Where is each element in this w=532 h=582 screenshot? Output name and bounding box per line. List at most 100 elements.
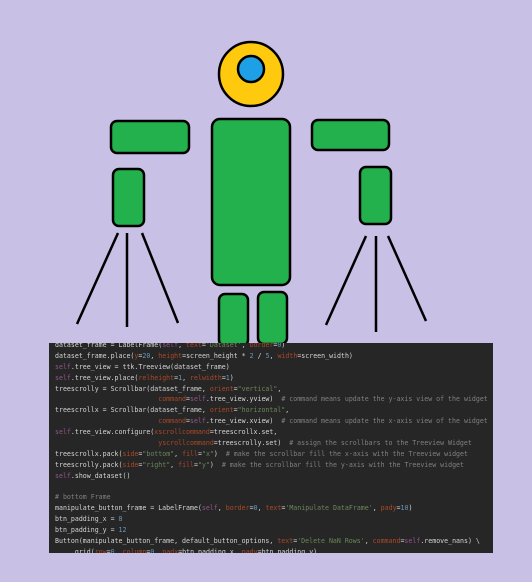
- code-token: ,: [114, 547, 123, 553]
- code-token: height: [158, 351, 183, 360]
- code-token: row: [94, 547, 107, 553]
- code-token: 'Dataset': [205, 343, 242, 349]
- code-line: btn_padding_x = 8: [55, 514, 493, 525]
- code-token: dataset_frame = LabelFrame(: [55, 343, 163, 349]
- code-token: =screen_height *: [182, 351, 250, 360]
- code-token: .show_dataset(): [70, 471, 131, 480]
- robot-torso: [210, 117, 292, 287]
- code-token: orient: [209, 384, 234, 393]
- code-token: command: [372, 537, 401, 546]
- code-token: ,: [217, 504, 226, 513]
- tripod-left-leg-1: [75, 232, 120, 325]
- robot-left-leg: [217, 292, 250, 348]
- code-token: .remove_nans) \: [420, 537, 480, 546]
- code-token: # command means update the y-axis view o…: [281, 395, 488, 404]
- tripod-left-leg-3: [140, 232, 180, 324]
- code-token: .tree_view.yview): [205, 395, 282, 404]
- code-token: /: [253, 351, 266, 360]
- code-token: pady: [241, 547, 258, 553]
- code-line: treescrolly = Scrollbar(dataset_frame, o…: [55, 384, 493, 395]
- code-token: "horizontal": [237, 406, 286, 415]
- code-token: ,: [174, 449, 183, 458]
- code-token: ,: [364, 537, 373, 546]
- code-token: ,: [170, 460, 179, 469]
- code-token: ,: [241, 343, 250, 349]
- code-token: # bottom Frame: [55, 493, 111, 502]
- code-token: side: [122, 460, 139, 469]
- code-token: 8: [118, 515, 123, 524]
- code-line: dataset_frame = LabelFrame(self, text='D…: [55, 343, 493, 351]
- code-token: "y": [198, 460, 210, 469]
- code-token: # command means update the x-axis view o…: [281, 417, 488, 426]
- robot-right-leg: [256, 290, 289, 346]
- code-token: Button(manipulate_button_frame, default_…: [55, 537, 278, 546]
- code-line: Button(manipulate_button_frame, default_…: [55, 536, 493, 547]
- code-token: ): [209, 460, 222, 469]
- code-token: treescrolly = Scrollbar(dataset_frame,: [55, 384, 210, 393]
- code-token: relwidth: [190, 373, 222, 382]
- code-token: =treescrollx.set,: [209, 428, 278, 437]
- code-token: # make the scrollbar fill the y-axis wit…: [221, 460, 464, 469]
- code-line: command=self.tree_view.yview) # command …: [55, 394, 493, 405]
- code-token: self: [404, 537, 421, 546]
- code-token: text: [186, 343, 202, 349]
- code-token: "right": [142, 460, 171, 469]
- code-line: .grid(row=0, column=0, padx=btn_padding_…: [55, 547, 493, 553]
- code-line: self.tree_view.place(relheight=1, relwid…: [55, 373, 493, 384]
- code-token: side: [122, 449, 139, 458]
- code-token: self: [190, 395, 206, 404]
- code-token: =btn_padding_y): [257, 547, 318, 553]
- code-token: self: [201, 504, 218, 513]
- code-lines: dataset_frame = LabelFrame(self, text='D…: [55, 343, 493, 553]
- code-line: yscrollcommand=treescrolly.set) # assign…: [55, 438, 493, 449]
- code-token: padx: [162, 547, 179, 553]
- robot-left-forearm: [111, 167, 146, 228]
- code-token: ,: [285, 406, 290, 415]
- code-line: treescrollx.pack(side="bottom", fill="x"…: [55, 449, 493, 460]
- code-token: 'Manipulate DataFrame': [285, 504, 373, 513]
- code-token: self: [55, 373, 71, 382]
- code-line: command=self.tree_view.xview) # command …: [55, 416, 493, 427]
- code-token: "vertical": [237, 384, 278, 393]
- code-line: self.tree_view.configure(xscrollcommand=…: [55, 427, 493, 438]
- code-token: pady: [380, 504, 397, 513]
- code-line: treescrollx = Scrollbar(dataset_frame, o…: [55, 405, 493, 416]
- code-token: self: [55, 471, 71, 480]
- code-token: 'Delete NaN Rows': [297, 537, 365, 546]
- code-token: treescrollx = Scrollbar(dataset_frame,: [55, 406, 210, 415]
- code-token: text: [265, 504, 282, 513]
- code-token: relheight: [138, 373, 175, 382]
- code-token: fill: [182, 449, 198, 458]
- code-token: btn_padding_x =: [55, 515, 119, 524]
- tripod-right-leg-1: [324, 235, 368, 326]
- code-token: column: [122, 547, 147, 553]
- robot-right-forearm: [358, 165, 393, 226]
- code-token: =screen_width): [297, 351, 353, 360]
- code-token: xscrollcommand: [154, 428, 210, 437]
- code-token: # make the scrollbar fill the x-axis wit…: [225, 449, 468, 458]
- code-token: =treescrolly.set): [213, 439, 290, 448]
- code-token: 12: [118, 526, 127, 535]
- code-token: self: [162, 343, 179, 349]
- code-token: manipulate_button_frame = LabelFrame(: [55, 504, 202, 513]
- code-token: ): [408, 504, 413, 513]
- code-line: self.tree_view = ttk.Treeview(dataset_fr…: [55, 362, 493, 373]
- code-line: treescrolly.pack(side="right", fill="y")…: [55, 460, 493, 471]
- code-token: btn_padding_y =: [55, 526, 119, 535]
- tripod-left: [75, 232, 180, 327]
- code-token: yscrollcommand: [158, 439, 214, 448]
- code-token: .tree_view = ttk.Treeview(dataset_frame): [70, 362, 230, 371]
- code-token: treescrollx.pack(: [55, 449, 123, 458]
- code-token: ): [229, 373, 234, 382]
- code-token: ,: [182, 373, 191, 382]
- robot-left-upper-arm: [109, 119, 191, 155]
- robot-eye: [236, 54, 266, 84]
- code-token: fill: [178, 460, 195, 469]
- robot-right-upper-arm: [310, 118, 391, 152]
- code-token: orient: [209, 406, 234, 415]
- code-token: ): [281, 343, 286, 349]
- code-token: "x": [201, 449, 214, 458]
